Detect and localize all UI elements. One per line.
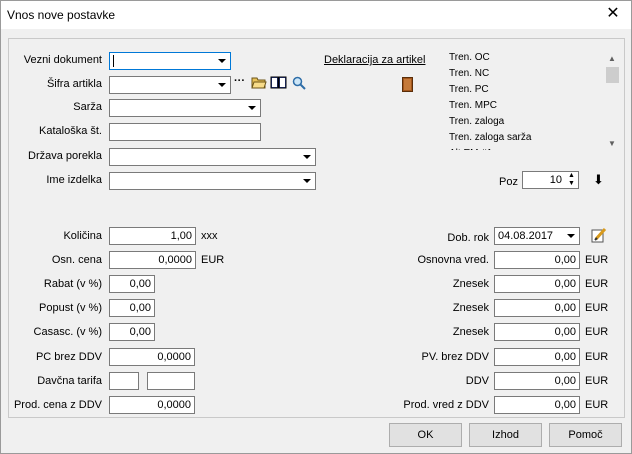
book-icon[interactable]	[270, 75, 287, 92]
vezni-dokument-label: Vezni dokument	[23, 54, 102, 66]
davcna-tarifa-input-2[interactable]	[147, 372, 195, 390]
ellipsis-icon[interactable]: ···	[234, 75, 245, 87]
pc-brez-ddv-label: PC brez DDV	[35, 351, 102, 363]
spinner-arrows[interactable]: ▲ ▼	[565, 172, 578, 188]
znesek-2-input[interactable]: 0,00	[494, 299, 580, 317]
close-icon[interactable]: ✕	[605, 5, 621, 23]
ime-izdelka-label: Ime izdelka	[46, 174, 102, 186]
izhod-button[interactable]: Izhod	[469, 423, 542, 447]
casasc-label: Casasc. (v %)	[33, 326, 102, 338]
search-icon[interactable]	[292, 76, 306, 93]
kataloska-label: Kataloška št.	[39, 125, 102, 137]
ime-izdelka-select[interactable]	[109, 172, 316, 190]
window-title: Vnos nove postavke	[7, 8, 116, 22]
znesek-1-label: Znesek	[452, 278, 489, 290]
sarza-select[interactable]	[109, 99, 261, 117]
znesek-1-unit: EUR	[585, 278, 609, 290]
casasc-input[interactable]: 0,00	[109, 323, 155, 341]
osnovna-vred-unit: EUR	[585, 254, 609, 266]
pv-brez-ddv-unit: EUR	[585, 351, 609, 363]
davcna-tarifa-label: Davčna tarifa	[37, 375, 102, 387]
chevron-down-icon	[248, 106, 256, 110]
ok-button[interactable]: OK	[389, 423, 462, 447]
znesek-3-input[interactable]: 0,00	[494, 323, 580, 341]
form-panel: Vezni dokument Šifra artikla ··· Sarža K…	[8, 38, 625, 418]
edit-icon[interactable]	[591, 227, 607, 246]
list-item: Tren. zaloga sarža	[449, 132, 532, 143]
pv-brez-ddv-input[interactable]: 0,00	[494, 348, 580, 366]
znesek-3-label: Znesek	[452, 326, 489, 338]
znesek-1-input[interactable]: 0,00	[494, 275, 580, 293]
pv-brez-ddv-label: PV. brez DDV	[421, 351, 489, 363]
osnovna-vred-input[interactable]: 0,00	[494, 251, 580, 269]
dob-rok-label: Dob. rok	[447, 232, 489, 244]
info-list[interactable]: Tren. OC Tren. NC Tren. PC Tren. MPC Tre…	[444, 51, 621, 150]
osn-cena-unit: EUR	[201, 254, 225, 266]
kolicina-label: Količina	[63, 230, 102, 242]
davcna-tarifa-input-1[interactable]	[109, 372, 139, 390]
ddv-label: DDV	[465, 375, 489, 387]
prod-vred-label: Prod. vred z DDV	[403, 399, 489, 411]
popust-label: Popust (v %)	[39, 302, 102, 314]
chevron-down-icon	[218, 83, 226, 87]
poz-spinner[interactable]: 10 ▲ ▼	[522, 171, 579, 189]
dob-rok-datepicker[interactable]: 04.08.2017	[494, 227, 580, 245]
list-item: Tren. zaloga	[449, 116, 505, 127]
scroll-thumb[interactable]	[606, 67, 619, 83]
prod-cena-label: Prod. cena z DDV	[13, 399, 102, 411]
chevron-up-icon[interactable]: ▲	[608, 54, 616, 63]
drzava-porekla-label: Država porekla	[28, 150, 102, 162]
document-icon[interactable]	[402, 77, 413, 95]
osn-cena-input[interactable]: 0,0000	[109, 251, 196, 269]
chevron-down-icon	[303, 179, 311, 183]
poz-label: Poz	[499, 176, 518, 188]
list-item: Tren. OC	[449, 52, 490, 63]
prod-vred-input[interactable]: 0,00	[494, 396, 580, 414]
arrow-down-icon[interactable]: ⬇	[593, 172, 604, 188]
znesek-2-unit: EUR	[585, 302, 609, 314]
kolicina-unit: xxx	[201, 230, 218, 242]
chevron-down-icon	[303, 155, 311, 159]
vezni-dokument-select[interactable]	[109, 52, 231, 70]
ddv-unit: EUR	[585, 375, 609, 387]
znesek-2-label: Znesek	[452, 302, 489, 314]
osnovna-vred-label: Osnovna vred.	[417, 254, 489, 266]
list-item: Alt EM #1	[449, 148, 492, 150]
prod-cena-input[interactable]: 0,0000	[109, 396, 195, 414]
znesek-3-unit: EUR	[585, 326, 609, 338]
list-scrollbar[interactable]: ▲ ▼	[604, 51, 621, 150]
list-item: Tren. PC	[449, 84, 489, 95]
sifra-artikla-select[interactable]	[109, 76, 231, 94]
chevron-down-icon	[218, 59, 226, 63]
kolicina-input[interactable]: 1,00	[109, 227, 196, 245]
chevron-down-icon	[567, 234, 575, 238]
deklaracija-link[interactable]: Deklaracija za artikel	[324, 54, 425, 66]
drzava-porekla-select[interactable]	[109, 148, 316, 166]
chevron-down-icon[interactable]: ▼	[608, 139, 616, 148]
rabat-input[interactable]: 0,00	[109, 275, 155, 293]
kataloska-input[interactable]	[109, 123, 261, 141]
title-bar: Vnos nove postavke ✕	[1, 1, 631, 29]
text-caret	[113, 55, 114, 67]
rabat-label: Rabat (v %)	[43, 278, 102, 290]
list-item: Tren. MPC	[449, 100, 497, 111]
folder-open-icon[interactable]	[251, 75, 267, 92]
popust-input[interactable]: 0,00	[109, 299, 155, 317]
pc-brez-ddv-input[interactable]: 0,0000	[109, 348, 195, 366]
dialog-window: Vnos nove postavke ✕ Vezni dokument Šifr…	[0, 0, 632, 454]
osn-cena-label: Osn. cena	[51, 254, 102, 266]
pomoc-button[interactable]: Pomoč	[549, 423, 622, 447]
ddv-input[interactable]: 0,00	[494, 372, 580, 390]
sarza-label: Sarža	[73, 101, 102, 113]
sifra-artikla-label: Šifra artikla	[46, 78, 102, 90]
prod-vred-unit: EUR	[585, 399, 609, 411]
list-item: Tren. NC	[449, 68, 490, 79]
